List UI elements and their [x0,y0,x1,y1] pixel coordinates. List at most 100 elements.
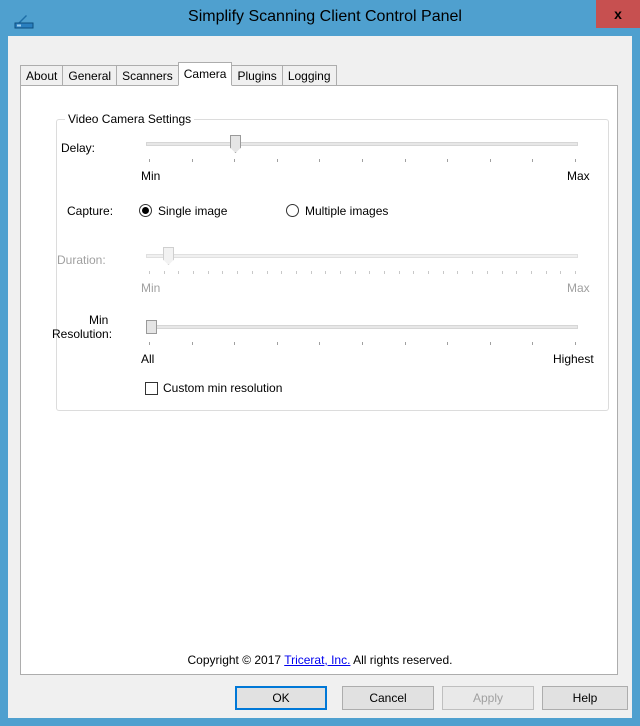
slider-tick [281,271,282,274]
slider-tick [532,342,533,345]
delay-slider-thumb[interactable] [230,135,241,153]
min-resolution-label-line2: Resolution: [52,327,113,341]
tab-logging[interactable]: Logging [281,65,337,86]
slider-tick [405,342,406,345]
min-resolution-slider-thumb[interactable] [146,320,157,334]
slider-tick [532,159,533,162]
close-icon: x [614,6,622,22]
slider-tick [192,159,193,162]
tab-about[interactable]: About [20,65,64,86]
slider-tick [267,271,268,274]
radio-selected-dot [142,207,149,214]
slider-tick [319,342,320,345]
min-resolution-max-label: Highest [553,352,594,366]
delay-max-label: Max [567,169,590,183]
tab-general[interactable]: General [62,65,118,86]
copyright-prefix: Copyright © 2017 [187,653,285,667]
duration-slider-thumb [163,247,174,265]
slider-tick [546,271,547,274]
slider-tick [575,159,576,162]
slider-tick [234,342,235,345]
slider-tick [428,271,429,274]
tab-plugins[interactable]: Plugins [231,65,283,86]
slider-tick [340,271,341,274]
copyright-suffix: All rights reserved. [350,653,453,667]
slider-tick [369,271,370,274]
slider-tick [384,271,385,274]
slider-tick [222,271,223,274]
single-image-label[interactable]: Single image [158,204,227,218]
multiple-images-label[interactable]: Multiple images [305,204,388,218]
duration-min-label: Min [141,281,161,295]
custom-min-resolution-label[interactable]: Custom min resolution [163,381,282,395]
slider-tick [447,342,448,345]
slider-tick [362,159,363,162]
ok-button[interactable]: OK [235,686,327,710]
slider-tick [399,271,400,274]
slider-tick [405,159,406,162]
dialog-body: About General Scanners Camera Plugins Lo… [8,36,632,718]
slider-tick [502,271,503,274]
slider-tick [531,271,532,274]
slider-tick [311,271,312,274]
slider-tick [149,271,150,274]
slider-tick [490,342,491,345]
delay-slider-ticks [149,159,576,163]
delay-label: Delay: [61,141,96,155]
slider-tick [560,271,561,274]
slider-tick [355,271,356,274]
tab-strip: About General Scanners Camera Plugins Lo… [20,62,337,86]
close-button[interactable]: x [596,0,640,28]
single-image-radio[interactable] [139,204,152,217]
slider-tick [234,159,235,162]
video-camera-settings-group: Video Camera Settings Delay: Min Max Cap… [52,112,609,411]
help-button[interactable]: Help [542,686,628,710]
slider-tick [277,342,278,345]
cancel-button[interactable]: Cancel [342,686,434,710]
slider-tick [413,271,414,274]
tab-camera[interactable]: Camera [177,62,233,86]
slider-tick [472,271,473,274]
tricerat-link[interactable]: Tricerat, Inc. [284,653,350,667]
slider-tick [296,271,297,274]
duration-max-label: Max [567,281,590,295]
title-bar[interactable]: Simplify Scanning Client Control Panel x [0,0,640,36]
delay-slider-track[interactable] [146,142,578,146]
slider-tick [192,342,193,345]
slider-tick [149,342,150,345]
slider-tick [149,159,150,162]
custom-min-resolution-checkbox[interactable] [145,382,158,395]
slider-tick [443,271,444,274]
duration-slider-track [146,254,578,258]
min-resolution-slider-ticks [149,342,576,346]
group-title: Video Camera Settings [65,112,195,126]
slider-tick [193,271,194,274]
apply-button: Apply [442,686,534,710]
multiple-images-radio[interactable] [286,204,299,217]
slider-tick [208,271,209,274]
min-resolution-min-label: All [141,352,155,366]
camera-tab-panel: Video Camera Settings Delay: Min Max Cap… [20,85,618,675]
slider-tick [487,271,488,274]
slider-tick [252,271,253,274]
delay-min-label: Min [141,169,161,183]
min-resolution-label-line1: Min [89,313,109,327]
slider-tick [516,271,517,274]
capture-label: Capture: [67,204,114,218]
slider-tick [325,271,326,274]
slider-tick [575,271,576,274]
slider-tick [362,342,363,345]
slider-tick [178,271,179,274]
slider-tick [447,159,448,162]
slider-tick [319,159,320,162]
slider-tick [164,271,165,274]
control-panel-window: Simplify Scanning Client Control Panel x… [0,0,640,726]
min-resolution-slider-track[interactable] [146,325,578,329]
slider-tick [237,271,238,274]
window-title: Simplify Scanning Client Control Panel [188,8,462,25]
slider-tick [457,271,458,274]
tab-scanners[interactable]: Scanners [116,65,179,86]
copyright-text: Copyright © 2017 Tricerat, Inc. All righ… [8,653,632,667]
slider-tick [575,342,576,345]
slider-tick [490,159,491,162]
